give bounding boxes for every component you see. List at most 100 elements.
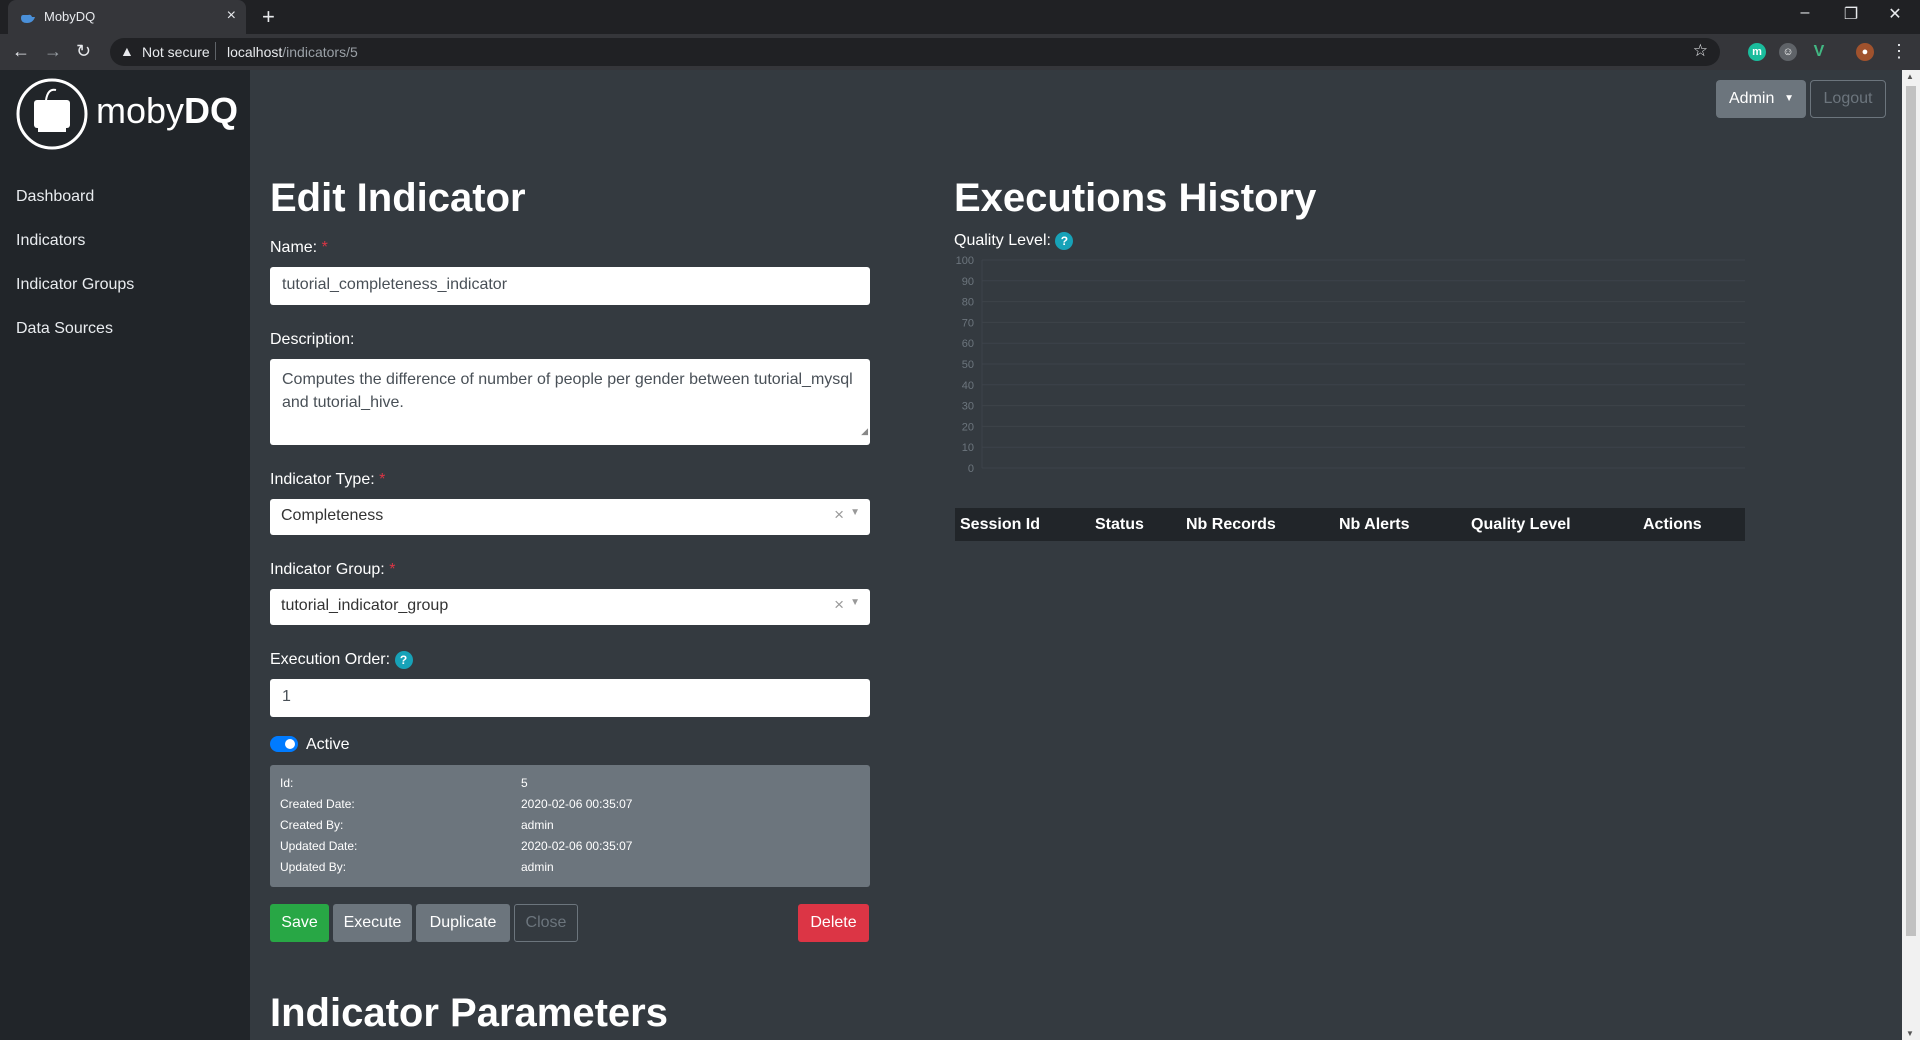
execute-button[interactable]: Execute: [333, 904, 412, 942]
new-tab-icon[interactable]: +: [262, 4, 275, 30]
delete-button[interactable]: Delete: [798, 904, 869, 942]
indicator-type-select[interactable]: Completeness × ▼: [270, 499, 870, 535]
duplicate-button[interactable]: Duplicate: [416, 904, 510, 942]
back-icon[interactable]: ←: [12, 41, 30, 62]
extension-face-icon[interactable]: ☺: [1779, 43, 1797, 61]
mobydq-logo-icon[interactable]: [16, 78, 88, 150]
chart-y-tick-label: 30: [962, 401, 974, 413]
sidebar-item-data-sources[interactable]: Data Sources: [16, 320, 113, 338]
meta-id-label: Id:: [280, 776, 294, 790]
name-label: Name: *: [270, 239, 328, 257]
execution-order-input[interactable]: 1: [270, 679, 870, 717]
meta-updated-date-label: Updated Date:: [280, 839, 358, 853]
logo-text-plain: moby: [96, 90, 185, 131]
help-icon[interactable]: ?: [394, 651, 413, 669]
profile-avatar[interactable]: ●: [1856, 43, 1874, 61]
address-bar[interactable]: ▲ Not secure localhost/indicators/5 ☆: [110, 38, 1720, 66]
url-path: /indicators/5: [282, 44, 358, 60]
resize-handle-icon[interactable]: ◢: [861, 420, 868, 443]
meta-created-by-label: Created By:: [280, 818, 344, 832]
browser-tab-bar: MobyDQ × + – ❐ ✕: [0, 0, 1920, 34]
extension-vue-icon[interactable]: V: [1810, 43, 1828, 61]
indicator-type-label-text: Indicator Type:: [270, 471, 375, 488]
sidebar: mobyDQ Dashboard Indicators Indicator Gr…: [0, 70, 250, 1040]
quality-level-chart: 0 10 20 30 40 50 60 70 80 90 100: [956, 255, 1745, 475]
sidebar-item-indicator-groups[interactable]: Indicator Groups: [16, 276, 134, 294]
sidebar-item-dashboard[interactable]: Dashboard: [16, 188, 94, 206]
executions-table-header: Session Id Status Nb Records Nb Alerts Q…: [955, 508, 1745, 541]
url-separator: [215, 42, 216, 60]
url-text: localhost/indicators/5: [227, 44, 358, 60]
chart-y-tick-label: 40: [962, 380, 974, 392]
execution-order-label: Execution Order: ?: [270, 651, 413, 669]
tab-close-icon[interactable]: ×: [227, 7, 236, 25]
bookmark-star-icon[interactable]: ☆: [1693, 41, 1708, 61]
column-header-nb-alerts[interactable]: Nb Alerts: [1339, 516, 1410, 534]
indicator-type-label: Indicator Type: *: [270, 471, 385, 489]
meta-created-date-value: 2020-02-06 00:35:07: [521, 797, 633, 811]
clear-icon[interactable]: ×: [834, 505, 844, 525]
page-title: Edit Indicator: [270, 176, 526, 220]
browser-toolbar: ← → ↻ ▲ Not secure localhost/indicators/…: [0, 34, 1920, 70]
chevron-down-icon[interactable]: ▼: [850, 507, 860, 518]
minimize-icon[interactable]: –: [1795, 4, 1815, 22]
execution-order-label-text: Execution Order:: [270, 651, 391, 669]
logout-button[interactable]: Logout: [1810, 80, 1886, 118]
column-header-actions[interactable]: Actions: [1643, 516, 1702, 534]
window-close-icon[interactable]: ✕: [1885, 4, 1905, 24]
description-textarea[interactable]: Computes the difference of number of peo…: [270, 359, 870, 445]
name-input[interactable]: tutorial_completeness_indicator: [270, 267, 870, 305]
app-logo-text: mobyDQ: [96, 90, 238, 132]
metadata-panel: Id: 5 Created Date: 2020-02-06 00:35:07 …: [270, 765, 870, 887]
reload-icon[interactable]: ↻: [76, 41, 91, 62]
scroll-down-icon[interactable]: ▼: [1906, 1029, 1914, 1038]
save-button[interactable]: Save: [270, 904, 329, 942]
meta-updated-date-value: 2020-02-06 00:35:07: [521, 839, 633, 853]
indicator-type-value: Completeness: [281, 507, 384, 524]
column-header-quality-level[interactable]: Quality Level: [1471, 516, 1571, 534]
url-host: localhost: [227, 44, 283, 60]
quality-level-label-text: Quality Level:: [954, 232, 1051, 250]
meta-created-by-value: admin: [521, 818, 554, 832]
chart-y-tick-label: 50: [962, 359, 974, 371]
help-icon[interactable]: ?: [1055, 232, 1074, 250]
name-label-text: Name:: [270, 239, 318, 256]
executions-history-title: Executions History: [954, 176, 1317, 220]
security-label: Not secure: [142, 44, 210, 60]
chart-y-tick-label: 60: [962, 338, 974, 350]
chart-y-tick-label: 90: [962, 276, 974, 288]
column-header-status[interactable]: Status: [1095, 516, 1144, 534]
indicator-parameters-title: Indicator Parameters: [270, 991, 668, 1035]
extension-m-icon[interactable]: m: [1748, 43, 1766, 61]
chart-y-tick-label: 100: [956, 255, 974, 267]
description-text: Computes the difference of number of peo…: [282, 371, 853, 411]
page-scrollbar[interactable]: ▲ ▼: [1902, 70, 1920, 1040]
column-header-session-id[interactable]: Session Id: [960, 516, 1040, 534]
logo-text-bold: DQ: [184, 90, 239, 131]
chart-y-tick-label: 20: [962, 421, 974, 433]
required-mark: *: [379, 471, 386, 488]
scroll-up-icon[interactable]: ▲: [1906, 72, 1914, 81]
indicator-group-label: Indicator Group: *: [270, 561, 395, 579]
clear-icon[interactable]: ×: [834, 595, 844, 615]
admin-dropdown-button[interactable]: Admin ▼: [1716, 80, 1806, 118]
indicator-group-value: tutorial_indicator_group: [281, 597, 449, 614]
whale-favicon-icon: [21, 14, 35, 23]
chevron-down-icon[interactable]: ▼: [850, 597, 860, 608]
chart-y-tick-label: 0: [968, 463, 974, 475]
browser-tab[interactable]: MobyDQ ×: [8, 0, 246, 34]
sidebar-item-indicators[interactable]: Indicators: [16, 232, 85, 250]
meta-updated-by-label: Updated By:: [280, 860, 347, 874]
restore-icon[interactable]: ❐: [1841, 4, 1861, 24]
indicator-group-select[interactable]: tutorial_indicator_group × ▼: [270, 589, 870, 625]
forward-icon[interactable]: →: [44, 41, 62, 62]
browser-menu-icon[interactable]: ⋮: [1890, 41, 1908, 62]
scrollbar-thumb[interactable]: [1906, 86, 1916, 936]
close-button[interactable]: Close: [514, 904, 578, 942]
admin-label: Admin: [1729, 90, 1775, 107]
column-header-nb-records[interactable]: Nb Records: [1186, 516, 1276, 534]
quality-level-label: Quality Level: ?: [954, 232, 1074, 250]
meta-id-value: 5: [521, 776, 528, 790]
meta-updated-by-value: admin: [521, 860, 554, 874]
active-toggle[interactable]: [270, 736, 298, 752]
